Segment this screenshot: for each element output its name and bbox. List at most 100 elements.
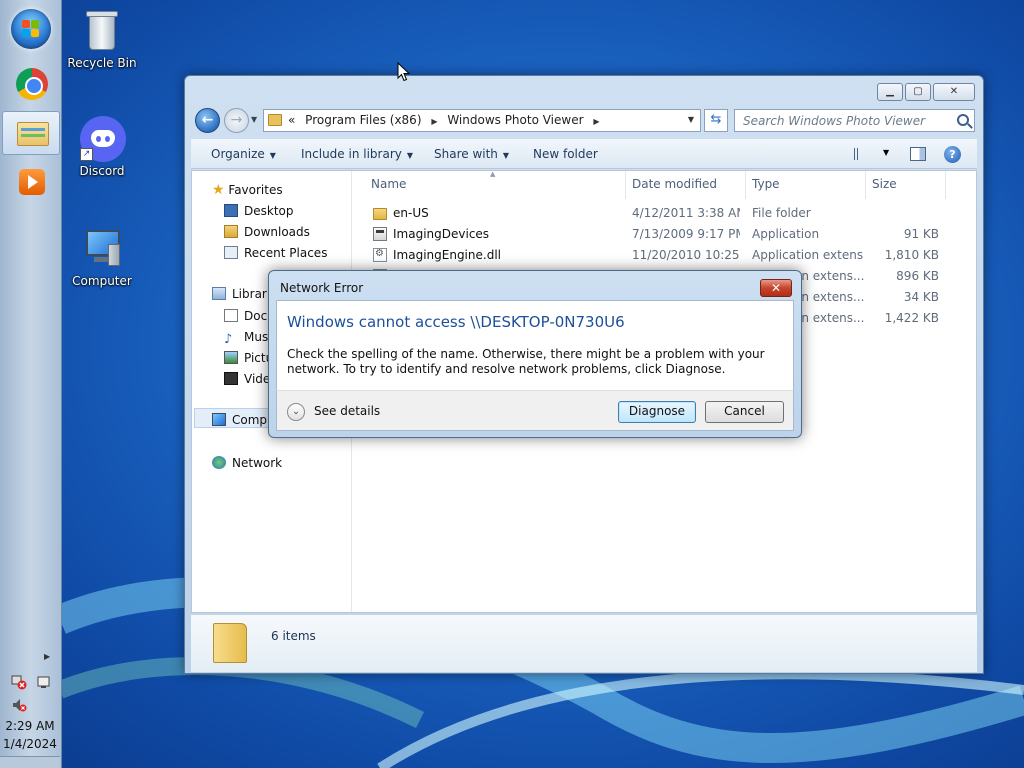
- new-folder-button[interactable]: New folder: [533, 147, 598, 161]
- libraries-icon: [212, 287, 226, 300]
- dll-icon: [373, 248, 387, 262]
- desktop-icon-label: Computer: [72, 274, 132, 288]
- breadcrumb-separator-icon[interactable]: ▶: [431, 117, 437, 126]
- desktop-icon: [224, 204, 238, 217]
- refresh-button[interactable]: ⇆: [704, 109, 728, 132]
- clock-time[interactable]: 2:29 AM: [0, 719, 60, 733]
- shortcut-arrow-icon: ↗: [80, 148, 93, 161]
- forward-button[interactable]: →: [224, 108, 249, 133]
- star-icon: ★: [212, 182, 225, 198]
- clock-date[interactable]: 1/4/2024: [0, 737, 60, 751]
- expand-details-button[interactable]: ⌄: [287, 403, 305, 421]
- application-icon: [373, 227, 387, 241]
- column-header-name[interactable]: Name: [371, 177, 406, 191]
- search-icon[interactable]: [957, 114, 969, 126]
- network-error-dialog: Network Error ✕ Windows cannot access \\…: [268, 270, 802, 438]
- breadcrumb-windows-photo-viewer[interactable]: Windows Photo Viewer: [447, 113, 583, 127]
- nav-network[interactable]: Network: [212, 456, 282, 470]
- breadcrumb-program-files[interactable]: Program Files (x86): [305, 113, 421, 127]
- share-with-button[interactable]: Share with ▼: [434, 147, 509, 161]
- organize-button[interactable]: Organize ▼: [211, 147, 276, 161]
- nav-pictures[interactable]: Pictu: [224, 351, 273, 365]
- start-button[interactable]: [11, 9, 51, 49]
- media-player-icon: [19, 169, 45, 195]
- computer-icon: [212, 413, 226, 426]
- file-type: Application: [752, 227, 820, 241]
- nav-favorites[interactable]: ★ Favorites: [212, 182, 283, 198]
- computer-icon: [80, 226, 124, 270]
- address-dropdown-icon[interactable]: ▼: [688, 115, 694, 124]
- cancel-button[interactable]: Cancel: [705, 401, 784, 423]
- dialog-title: Network Error: [280, 281, 364, 295]
- column-header-date-modified[interactable]: Date modified: [632, 177, 717, 191]
- desktop-icon-discord[interactable]: ↗ Discord: [62, 116, 142, 178]
- file-row[interactable]: ImagingEngine.dll 11/20/2010 10:25 ... A…: [353, 245, 976, 266]
- column-divider[interactable]: [865, 171, 866, 199]
- dialog-footer: ⌄ See details Diagnose Cancel: [276, 390, 794, 431]
- desktop-icon-computer[interactable]: Computer: [62, 226, 142, 288]
- nav-libraries[interactable]: Librari: [212, 287, 270, 301]
- folder-icon: [268, 114, 282, 126]
- file-date: 7/13/2009 9:17 PM: [632, 227, 740, 241]
- file-row[interactable]: en-US 4/12/2011 3:38 AM File folder: [353, 203, 976, 224]
- dialog-heading: Windows cannot access \\DESKTOP-0N730U6: [287, 313, 625, 331]
- recent-pages-dropdown[interactable]: ▼: [251, 115, 257, 124]
- details-pane: 6 items: [191, 614, 977, 672]
- file-name: ImagingEngine.dll: [393, 248, 501, 262]
- breadcrumb-overflow[interactable]: «: [288, 113, 295, 127]
- tray-expand-icon[interactable]: ▶: [44, 652, 50, 661]
- see-details-label[interactable]: See details: [314, 404, 380, 418]
- file-date: 4/12/2011 3:38 AM: [632, 206, 740, 220]
- volume-muted-tray-icon[interactable]: [11, 697, 27, 713]
- maximize-button[interactable]: ▢: [905, 83, 931, 101]
- column-divider[interactable]: [745, 171, 746, 199]
- column-header-type[interactable]: Type: [752, 177, 780, 191]
- mouse-cursor-icon: [397, 62, 411, 82]
- column-header-size[interactable]: Size: [872, 177, 897, 191]
- file-explorer-icon: [17, 122, 49, 146]
- items-count: 6 items: [271, 629, 316, 643]
- search-input[interactable]: Search Windows Photo Viewer: [734, 109, 975, 132]
- nav-recent-places[interactable]: Recent Places: [224, 246, 327, 260]
- column-divider[interactable]: [945, 171, 946, 199]
- file-type: File folder: [752, 206, 811, 220]
- nav-videos[interactable]: Vide: [224, 372, 270, 386]
- windows-logo-icon: [22, 20, 40, 38]
- dialog-close-button[interactable]: ✕: [760, 279, 792, 297]
- taskbar: ▶ 2:29 AM 1/4/2024: [0, 0, 62, 768]
- show-desktop-button[interactable]: [0, 756, 60, 768]
- help-icon[interactable]: ?: [944, 146, 961, 163]
- downloads-folder-icon: [224, 225, 238, 238]
- preview-pane-icon[interactable]: [910, 147, 926, 161]
- taskbar-explorer-button[interactable]: [2, 111, 60, 155]
- address-bar[interactable]: « Program Files (x86) ▶ Windows Photo Vi…: [263, 109, 701, 132]
- diagnose-button[interactable]: Diagnose: [618, 401, 696, 423]
- taskbar-media-player-button[interactable]: [2, 160, 60, 204]
- folder-icon: [373, 208, 387, 220]
- file-name: en-US: [393, 206, 429, 220]
- change-view-icon[interactable]: [854, 148, 872, 160]
- file-size: 34 KB: [903, 290, 939, 304]
- view-options-dropdown[interactable]: ▼: [883, 148, 889, 157]
- nav-music[interactable]: ♪ Musi: [224, 330, 272, 347]
- desktop-icon-recycle-bin[interactable]: Recycle Bin: [62, 8, 142, 70]
- network-icon: [212, 456, 226, 469]
- window-controls: ▁ ▢ ✕: [877, 83, 975, 101]
- column-divider[interactable]: [625, 171, 626, 199]
- nav-downloads[interactable]: Downloads: [224, 225, 310, 239]
- folder-icon: [213, 623, 247, 663]
- file-row[interactable]: ImagingDevices 7/13/2009 9:17 PM Applica…: [353, 224, 976, 245]
- dialog-message: Check the spelling of the name. Otherwis…: [287, 347, 765, 376]
- back-button[interactable]: ←: [195, 108, 220, 133]
- command-bar: Organize ▼ Include in library ▼ Share with…: [191, 139, 977, 169]
- file-size: 1,810 KB: [884, 248, 939, 262]
- breadcrumb-separator-icon[interactable]: ▶: [593, 117, 599, 126]
- nav-desktop[interactable]: Desktop: [224, 204, 294, 218]
- include-in-library-button[interactable]: Include in library ▼: [301, 147, 413, 161]
- taskbar-chrome-button[interactable]: [2, 62, 60, 106]
- network-error-tray-icon[interactable]: [11, 674, 27, 690]
- minimize-button[interactable]: ▁: [877, 83, 903, 101]
- nav-computer[interactable]: Compu: [212, 413, 275, 427]
- action-center-tray-icon[interactable]: [36, 674, 52, 690]
- close-button[interactable]: ✕: [933, 83, 975, 101]
